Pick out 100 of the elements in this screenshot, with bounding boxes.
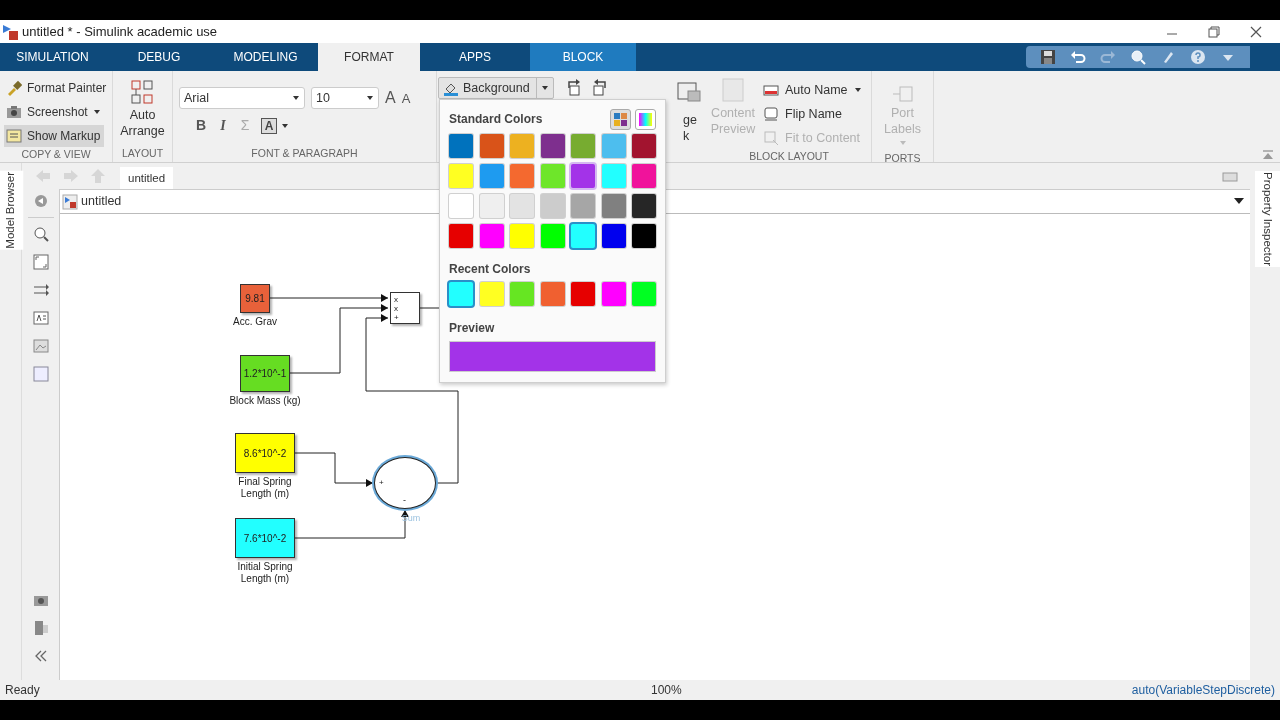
report-icon[interactable] [32, 620, 49, 636]
section-label: FONT & PARAGRAPH [250, 146, 359, 161]
fit-view-icon[interactable] [32, 254, 49, 270]
back-icon[interactable] [34, 168, 52, 184]
keyboard-icon[interactable] [1222, 172, 1238, 182]
search-icon[interactable] [1130, 49, 1146, 65]
solver-link[interactable]: auto(VariableStepDiscrete) [1131, 681, 1275, 699]
color-swatch[interactable] [571, 224, 595, 248]
color-swatch[interactable] [632, 224, 656, 248]
color-swatch[interactable] [540, 282, 565, 306]
color-swatch[interactable] [510, 224, 534, 248]
color-swatch[interactable] [632, 164, 656, 188]
ribbon-tab[interactable]: FORMAT [318, 43, 420, 71]
color-swatch[interactable] [479, 164, 504, 188]
color-swatch[interactable] [540, 224, 565, 248]
font-dropdown[interactable]: Arial [179, 87, 305, 109]
dropdown-icon[interactable] [1234, 198, 1244, 205]
background-button[interactable]: Background [438, 77, 554, 99]
color-swatch[interactable] [601, 164, 626, 188]
brush-icon [6, 80, 22, 96]
image-icon[interactable] [32, 338, 49, 354]
color-swatch[interactable] [571, 164, 595, 188]
color-swatch[interactable] [449, 134, 473, 158]
text-color-button[interactable]: A [261, 117, 277, 134]
grow-font-button[interactable]: A [385, 90, 396, 106]
color-swatch[interactable] [540, 134, 565, 158]
block-icon[interactable] [675, 81, 701, 103]
color-swatch[interactable] [449, 164, 473, 188]
spectrum-icon [639, 112, 652, 126]
color-swatch[interactable] [540, 194, 565, 218]
color-swatch[interactable] [601, 224, 626, 248]
color-swatch[interactable] [601, 282, 626, 306]
side-tab[interactable]: Model Browser [0, 171, 24, 250]
color-swatch[interactable] [449, 224, 473, 248]
port-sign: x [394, 295, 399, 304]
section-title: Preview [449, 320, 496, 337]
shrink-font-button[interactable]: A [401, 91, 411, 105]
color-swatch[interactable] [510, 164, 534, 188]
section-label: PORTS [883, 151, 922, 165]
ribbon-tab[interactable]: MODELING [213, 43, 318, 71]
caret-icon[interactable] [281, 122, 289, 129]
text-box-icon[interactable] [32, 310, 49, 326]
color-swatch[interactable] [632, 134, 656, 158]
constant-block[interactable]: 8.6*10^-2 [235, 433, 295, 473]
close-icon[interactable] [1250, 25, 1262, 38]
collapse-icon[interactable] [1262, 150, 1274, 160]
constant-block[interactable]: 9.81 [240, 284, 270, 313]
zoom-icon[interactable] [32, 226, 49, 242]
custom-color-button[interactable] [635, 108, 656, 130]
save-icon[interactable] [1040, 49, 1056, 65]
color-swatch[interactable] [510, 134, 534, 158]
italic-button[interactable]: I [217, 115, 229, 136]
sum-block[interactable]: + - [374, 457, 436, 509]
palette-button[interactable] [610, 108, 631, 130]
color-swatch[interactable] [632, 282, 656, 306]
color-swatch[interactable] [449, 194, 473, 218]
bold-button[interactable]: B [195, 115, 207, 136]
color-swatch[interactable] [601, 134, 626, 158]
restore-icon[interactable] [1208, 25, 1220, 38]
ribbon-button[interactable]: Format Painter [4, 77, 111, 99]
side-tab[interactable]: Property Inspector [1254, 171, 1280, 267]
color-swatch[interactable] [449, 282, 473, 306]
color-swatch[interactable] [571, 134, 595, 158]
ribbon-button[interactable]: Auto Name [763, 79, 862, 101]
color-swatch[interactable] [479, 224, 504, 248]
constant-block[interactable]: 1.2*10^-1 [240, 355, 290, 392]
color-swatch[interactable] [571, 194, 595, 218]
ribbon-button[interactable]: Show Markup [4, 125, 105, 147]
rotate-icon[interactable] [590, 79, 608, 97]
help-icon[interactable] [1190, 49, 1206, 65]
auto-arrange-button[interactable]: Auto Arrange [115, 79, 170, 146]
product-block[interactable]: x x + [390, 292, 420, 324]
ribbon-button[interactable]: Screenshot [4, 101, 105, 123]
caret-icon [853, 87, 862, 93]
ribbon-button[interactable]: Flip Name [763, 103, 862, 125]
color-swatch[interactable] [571, 282, 595, 306]
ribbon-tab[interactable]: BLOCK [530, 43, 636, 71]
undo-icon[interactable] [1070, 49, 1086, 65]
ribbon-tab[interactable]: APPS [420, 43, 530, 71]
color-swatch[interactable] [479, 194, 504, 218]
document-tab[interactable]: untitled [120, 167, 174, 189]
color-swatch[interactable] [479, 134, 504, 158]
color-swatch[interactable] [510, 194, 534, 218]
color-swatch[interactable] [510, 282, 534, 306]
color-swatch[interactable] [479, 282, 504, 306]
ribbon-tab[interactable]: SIMULATION [0, 43, 105, 71]
color-swatch[interactable] [601, 194, 626, 218]
color-swatch[interactable] [632, 194, 656, 218]
redo-icon[interactable] [1100, 49, 1116, 65]
constant-block[interactable]: 7.6*10^-2 [235, 518, 295, 558]
font-size-dropdown[interactable]: 10 [311, 87, 379, 109]
color-swatch[interactable] [540, 164, 565, 188]
arrows-icon[interactable] [32, 282, 49, 298]
area-icon[interactable] [32, 366, 49, 382]
forward-icon[interactable] [62, 168, 80, 184]
ribbon-button: Fit to Content [763, 127, 862, 149]
up-icon[interactable] [90, 168, 108, 184]
port-sign: x [394, 304, 399, 313]
ribbon-tab[interactable]: DEBUG [105, 43, 213, 71]
back-circle-icon[interactable] [32, 193, 49, 209]
